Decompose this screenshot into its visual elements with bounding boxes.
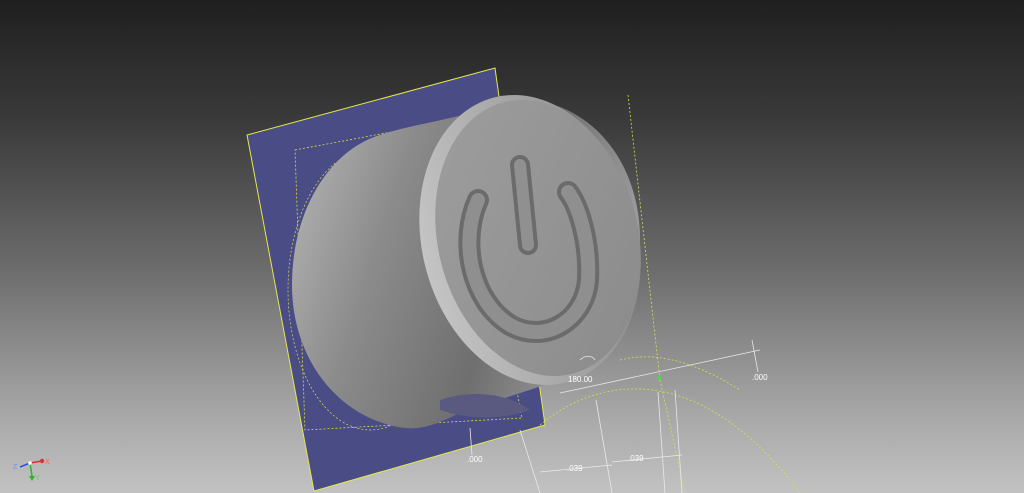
graphics-viewport[interactable]: 180.00 .000 .000 .039 .039 X Y Z — [0, 0, 1024, 493]
axis-x-label: X — [45, 459, 50, 466]
axis-y-label: Y — [35, 475, 40, 482]
axis-z-label: Z — [13, 464, 18, 471]
dimension-left-offset[interactable]: .000 — [467, 455, 483, 464]
dimension-right-offset[interactable]: .000 — [752, 373, 768, 382]
dimension-width-b[interactable]: .039 — [628, 454, 644, 463]
dimension-width-a[interactable]: .039 — [567, 464, 583, 473]
sketch-point[interactable] — [657, 376, 661, 380]
dimension-angle[interactable]: 180.00 — [568, 375, 593, 384]
view-triad[interactable]: X Y Z — [13, 458, 50, 482]
